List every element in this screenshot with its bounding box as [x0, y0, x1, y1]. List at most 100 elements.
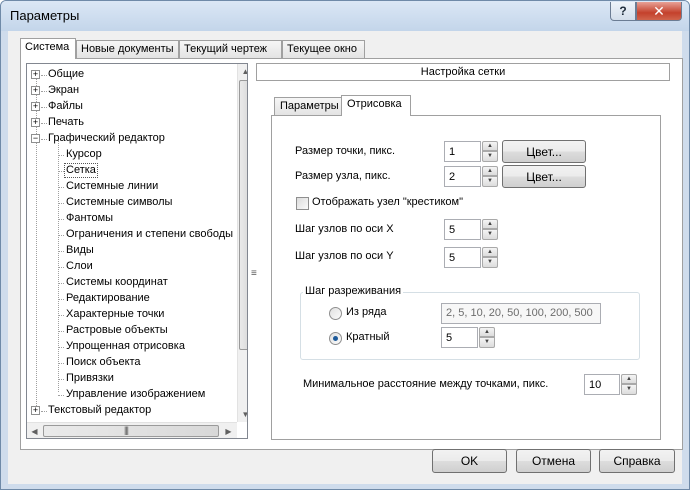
spin-up-icon[interactable]: ▲ — [479, 327, 495, 337]
tree-item-object-search[interactable]: Поиск объекта — [58, 355, 237, 371]
spin-down-icon[interactable]: ▼ — [482, 229, 498, 240]
tree-item-label: Курсор — [66, 148, 102, 160]
min-distance-label: Минимальное расстояние между точками, пи… — [303, 378, 549, 390]
tree-item-label: Упрощенная отрисовка — [66, 340, 185, 352]
step-x-stepper: ▲ ▼ — [444, 219, 498, 240]
cross-node-checkbox[interactable] — [296, 197, 309, 210]
tree-item-image-control[interactable]: Управление изображением — [58, 387, 237, 403]
parameters-dialog: Параметры ? ✕ Система Новые документы Те… — [0, 0, 690, 490]
tab-rendering[interactable]: Отрисовка — [341, 95, 411, 116]
tree-item-label: Управление изображением — [66, 388, 206, 400]
spin-up-icon[interactable]: ▲ — [621, 374, 637, 384]
tree-item-files[interactable]: + Файлы — [27, 99, 237, 115]
step-x-input[interactable] — [444, 219, 481, 240]
spin-up-icon[interactable]: ▲ — [482, 219, 498, 229]
tree-item-print[interactable]: + Печать — [27, 115, 237, 131]
spin-down-icon[interactable]: ▼ — [482, 257, 498, 268]
spin-down-icon[interactable]: ▼ — [482, 176, 498, 187]
spin-up-icon[interactable]: ▲ — [482, 247, 498, 257]
scroll-down-icon[interactable]: ▼ — [238, 407, 247, 422]
point-color-button[interactable]: Цвет... — [502, 140, 586, 163]
expand-icon[interactable]: + — [31, 70, 40, 79]
splitter-grip-icon[interactable]: ≡ — [251, 268, 257, 279]
spin-up-icon[interactable]: ▲ — [482, 166, 498, 176]
close-icon[interactable]: ✕ — [636, 2, 682, 21]
help-title-button[interactable]: ? — [610, 2, 636, 21]
tree-item-label: Текстовый редактор — [48, 404, 152, 416]
tree-item-screen[interactable]: + Экран — [27, 83, 237, 99]
point-size-stepper: ▲ ▼ — [444, 141, 498, 162]
tree-item-label: Ограничения и степени свободы — [66, 228, 234, 240]
from-series-label: Из ряда — [346, 306, 387, 318]
spin-buttons: ▲ ▼ — [482, 166, 498, 187]
expand-icon[interactable]: + — [31, 118, 40, 127]
tree-item-label: Графический редактор — [48, 132, 165, 144]
tree-item-label: Печать — [48, 116, 85, 128]
tree-item-editing[interactable]: Редактирование — [58, 291, 237, 307]
step-y-stepper: ▲ ▼ — [444, 247, 498, 268]
rendering-tab-panel: Размер точки, пикс. ▲ ▼ Цвет... Размер у… — [271, 115, 661, 440]
expand-icon[interactable]: + — [31, 86, 40, 95]
point-size-label: Размер точки, пикс. — [295, 145, 396, 157]
from-series-radio[interactable] — [329, 307, 342, 320]
dialog-client-area: Система Новые документы Текущий чертеж Т… — [8, 31, 683, 484]
settings-tree[interactable]: + Общие + Экран + Файлы + Печать − Графи… — [26, 63, 248, 439]
title-bar[interactable]: Параметры ? ✕ — [1, 1, 689, 31]
multiple-input[interactable] — [441, 327, 478, 348]
tree-item-cursor[interactable]: Курсор — [58, 147, 237, 163]
tab-new-documents[interactable]: Новые документы — [76, 40, 179, 58]
tab-system[interactable]: Система — [20, 38, 76, 59]
step-y-input[interactable] — [444, 247, 481, 268]
node-size-input[interactable] — [444, 166, 481, 187]
tree-item-characteristic-points[interactable]: Характерные точки — [58, 307, 237, 323]
tree-item-constraints[interactable]: Ограничения и степени свободы — [58, 227, 237, 243]
min-distance-input[interactable] — [584, 374, 620, 395]
node-size-label: Размер узла, пикс. — [295, 170, 391, 182]
tree-item-raster-objects[interactable]: Растровые объекты — [58, 323, 237, 339]
tree-item-system-symbols[interactable]: Системные символы — [58, 195, 237, 211]
scroll-left-icon[interactable]: ◀ — [27, 424, 42, 438]
spin-down-icon[interactable]: ▼ — [479, 337, 495, 348]
tree-item-views[interactable]: Виды — [58, 243, 237, 259]
tree-item-coordinate-systems[interactable]: Системы координат — [58, 275, 237, 291]
tree-item-phantoms[interactable]: Фантомы — [58, 211, 237, 227]
tab-current-drawing[interactable]: Текущий чертеж — [179, 40, 282, 58]
spin-down-icon[interactable]: ▼ — [621, 384, 637, 395]
tree-item-label: Виды — [66, 244, 94, 256]
tree-item-grid[interactable]: Сетка — [58, 163, 237, 179]
help-button[interactable]: Справка — [599, 449, 675, 473]
collapse-icon[interactable]: − — [31, 134, 40, 143]
spin-up-icon[interactable]: ▲ — [482, 141, 498, 151]
tree-item-simplified-rendering[interactable]: Упрощенная отрисовка — [58, 339, 237, 355]
scroll-up-icon[interactable]: ▲ — [238, 64, 247, 79]
tree-item-label: Характерные точки — [66, 308, 165, 320]
tab-parameters[interactable]: Параметры — [274, 97, 342, 115]
series-field: 2, 5, 10, 20, 50, 100, 200, 500 — [441, 303, 601, 324]
spin-down-icon[interactable]: ▼ — [482, 151, 498, 162]
tree-item-system-lines[interactable]: Системные линии — [58, 179, 237, 195]
tree-item-layers[interactable]: Слои — [58, 259, 237, 275]
expand-icon[interactable]: + — [31, 102, 40, 111]
expand-icon[interactable]: + — [31, 406, 40, 415]
scrollbar-thumb[interactable]: ||| — [43, 425, 219, 437]
spin-buttons: ▲ ▼ — [479, 327, 495, 348]
tab-current-window[interactable]: Текущее окно — [282, 40, 365, 58]
scrollbar-thumb[interactable] — [239, 80, 247, 350]
tree-item-label: Общие — [48, 68, 85, 80]
tree-item-text-editor[interactable]: + Текстовый редактор — [27, 403, 237, 419]
node-color-button[interactable]: Цвет... — [502, 165, 586, 188]
point-size-input[interactable] — [444, 141, 481, 162]
tree-item-snaps[interactable]: Привязки — [58, 371, 237, 387]
tree-horizontal-scrollbar[interactable]: ◀ ||| ▶ — [27, 422, 237, 438]
tree-item-general[interactable]: + Общие — [27, 67, 237, 83]
tree-vertical-scrollbar[interactable]: ▲ ▼ — [237, 64, 247, 422]
ok-button[interactable]: OK — [432, 449, 507, 473]
cancel-button[interactable]: Отмена — [516, 449, 591, 473]
multiple-stepper: ▲ ▼ — [441, 327, 495, 348]
step-y-label: Шаг узлов по оси Y — [295, 250, 394, 262]
multiple-radio[interactable] — [329, 332, 342, 345]
tree-item-graphic-editor[interactable]: − Графический редактор — [27, 131, 237, 147]
tree-item-label: Слои — [66, 260, 93, 272]
spin-buttons: ▲ ▼ — [482, 219, 498, 240]
scroll-right-icon[interactable]: ▶ — [221, 424, 236, 438]
